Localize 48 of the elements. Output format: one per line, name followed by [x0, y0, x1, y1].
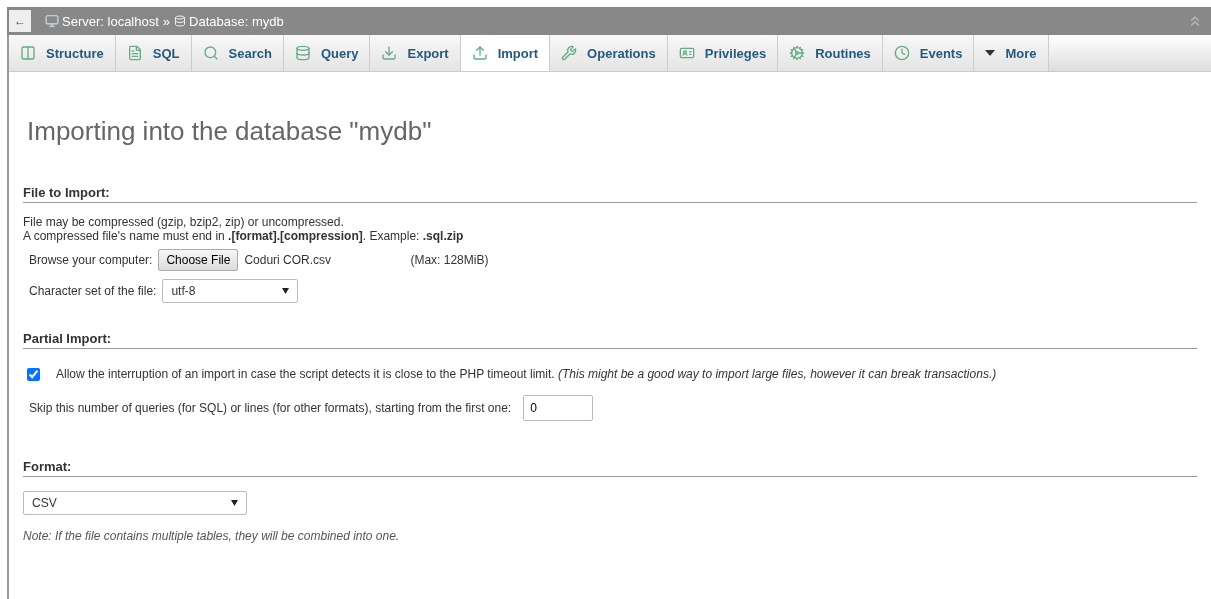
upload-icon — [471, 45, 488, 61]
field-label: Skip this number of queries (for SQL) or lines (for other formats), starting from the first one: — [29, 401, 512, 415]
download-icon — [381, 45, 398, 61]
card-icon — [678, 45, 695, 61]
note-text: A compressed file's name must end in .[format].[compression]. Example: .sql.zip — [23, 229, 465, 243]
server-link[interactable]: Server: localhost — [62, 13, 159, 29]
section-heading: Format: — [23, 459, 1197, 477]
tab[interactable]: SQL — [115, 35, 192, 71]
database-icon — [174, 15, 187, 27]
note-text: File may be compressed (gzip, bzip2, zip) or uncompressed. — [23, 215, 345, 229]
tab[interactable]: Search — [191, 35, 284, 71]
file-name: Coduri COR.csv — [244, 253, 333, 267]
caret-icon — [282, 288, 290, 294]
tab[interactable]: Export — [370, 35, 461, 71]
section-heading: File to Import: — [23, 185, 1197, 203]
format-select[interactable]: CSV — [23, 491, 247, 515]
wrench-icon — [561, 45, 578, 61]
tab[interactable]: Import — [460, 35, 551, 71]
back-button[interactable]: ← — [9, 10, 31, 32]
document-icon — [126, 45, 143, 61]
triangle-icon — [985, 50, 996, 56]
clock-icon — [893, 45, 910, 61]
search-icon — [202, 45, 219, 61]
columns-icon — [20, 45, 36, 61]
gears-icon — [789, 45, 806, 61]
section-heading: Partial Import: — [23, 331, 1197, 349]
tab[interactable]: Privileges — [667, 35, 779, 71]
database-link[interactable]: Database: mydb — [189, 13, 284, 29]
checkbox-label: Allow the interruption of an import in case the script detects it is close to the PHP timeout limit. (This might be a good way to import large files, however it can break transactions.) — [56, 367, 997, 381]
tab[interactable]: Operations — [550, 35, 668, 71]
choose-file-button[interactable]: Choose File — [158, 249, 239, 271]
tab[interactable]: Query — [283, 35, 371, 71]
interrupt-checkbox[interactable] — [27, 367, 40, 381]
tab[interactable]: Events — [882, 35, 975, 71]
format-note: Note: If the file contains multiple tables, they will be combined into one. — [23, 529, 401, 543]
tab[interactable]: More — [974, 35, 1049, 71]
server-icon — [45, 14, 59, 28]
field-label: Character set of the file: — [29, 284, 157, 298]
charset-select[interactable]: utf-8 — [162, 279, 299, 303]
max-size-text: (Max: 128MiB) — [410, 253, 489, 267]
tab[interactable]: Structure — [9, 35, 116, 71]
breadcrumb-separator: » — [162, 13, 171, 29]
caret-icon — [231, 500, 238, 506]
field-label: Browse your computer: — [29, 253, 153, 267]
tab[interactable]: Routines — [778, 35, 883, 71]
page-title: Importing into the database "mydb" — [27, 116, 433, 147]
skip-input[interactable]: 0 — [523, 395, 594, 421]
cylinder-icon — [294, 45, 311, 61]
